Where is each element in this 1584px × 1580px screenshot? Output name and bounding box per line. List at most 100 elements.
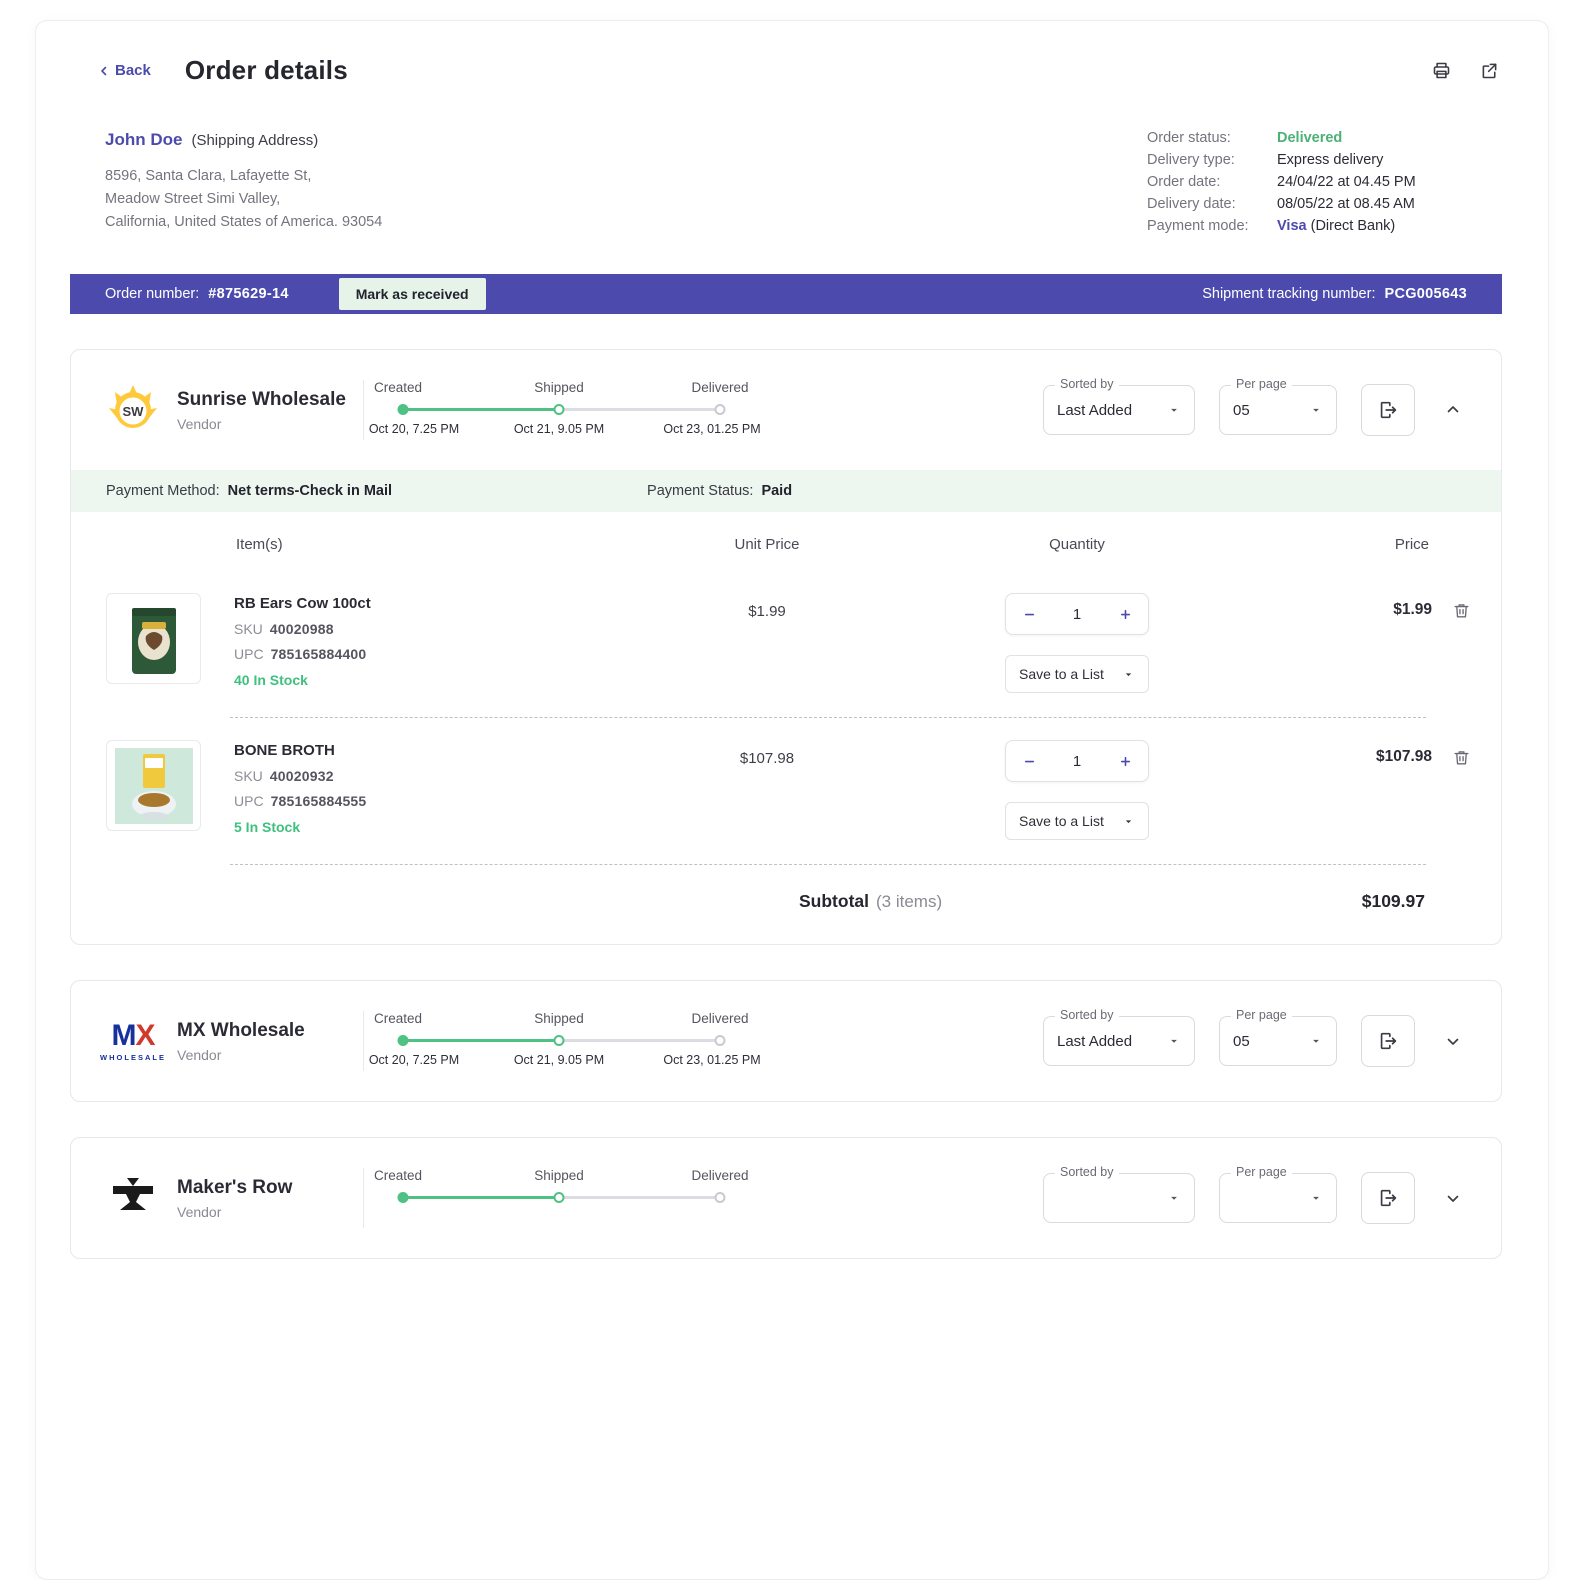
increase-quantity-button[interactable] xyxy=(1117,753,1133,769)
quantity-value: 1 xyxy=(1072,605,1082,623)
sorted-by-label: Sorted by xyxy=(1055,1008,1119,1022)
sorted-by-select[interactable]: Sorted by Last Added xyxy=(1043,1008,1195,1066)
sku-label: SKU xyxy=(234,768,263,784)
export-vendor-order-button[interactable] xyxy=(1361,384,1415,436)
unit-price: $107.98 xyxy=(739,750,795,767)
timeline-progress xyxy=(398,1039,563,1042)
timeline-stage-date: Oct 20, 7.25 PM xyxy=(368,1053,460,1067)
timeline-dot-shipped xyxy=(553,1035,565,1046)
timeline-stage-date: Oct 21, 9.05 PM xyxy=(513,422,605,436)
mark-as-received-button[interactable]: Mark as received xyxy=(338,278,486,310)
per-page-select[interactable]: Per page xyxy=(1219,1165,1337,1223)
items-table-header: Item(s) Unit Price Quantity Price xyxy=(71,512,1501,571)
delivery-type-label: Delivery type: xyxy=(1147,152,1235,168)
export-icon xyxy=(1380,401,1397,419)
order-date-value: 24/04/22 at 04.45 PM xyxy=(1277,174,1416,190)
export-vendor-order-button[interactable] xyxy=(1361,1172,1415,1224)
mx-logo-x: X xyxy=(135,1018,156,1052)
save-to-list-button[interactable]: Save to a List xyxy=(1005,802,1149,840)
subtotal-row: Subtotal (3 items) $109.97 xyxy=(71,865,1501,944)
timeline-stage-label: Delivered xyxy=(691,1168,749,1183)
sku-label: SKU xyxy=(234,621,263,637)
timeline-dot-delivered xyxy=(714,1035,726,1046)
quantity-stepper: 1 xyxy=(1005,593,1149,635)
subtotal-item-count: (3 items) xyxy=(876,892,943,911)
sunrise-wholesale-logo: SW xyxy=(105,382,161,438)
customer-name-link[interactable]: John Doe xyxy=(105,130,182,150)
per-page-label: Per page xyxy=(1231,1165,1292,1179)
sorted-by-value: Last Added xyxy=(1057,1032,1133,1050)
timeline-dot-shipped xyxy=(553,404,565,415)
timeline-dot-created xyxy=(397,1035,409,1046)
export-vendor-order-button[interactable] xyxy=(1361,1015,1415,1067)
delivery-date-label: Delivery date: xyxy=(1147,196,1236,212)
stock-status: 5 In Stock xyxy=(234,819,301,835)
timeline-dot-delivered xyxy=(714,1192,726,1203)
vendor-header: SW Sunrise Wholesale Vendor Created Ship… xyxy=(71,350,1501,470)
decrease-quantity-button[interactable] xyxy=(1021,606,1037,622)
product-image xyxy=(106,740,201,831)
order-meta-block: Order status: Delivered Delivery type: E… xyxy=(1147,130,1467,234)
page-title: Order details xyxy=(184,55,348,85)
address-type-label: (Shipping Address) xyxy=(191,132,319,149)
upc-label: UPC xyxy=(234,646,264,662)
delete-item-button[interactable] xyxy=(1452,748,1471,767)
sorted-by-select[interactable]: Sorted by xyxy=(1043,1165,1195,1223)
plus-icon xyxy=(1120,756,1130,766)
caret-down-icon xyxy=(1171,408,1177,412)
back-button[interactable]: Back xyxy=(98,62,151,79)
increase-quantity-button[interactable] xyxy=(1117,606,1133,622)
sorted-by-select[interactable]: Sorted by Last Added xyxy=(1043,377,1195,435)
expand-vendor-button[interactable] xyxy=(1439,1184,1467,1212)
timeline-stage-label: Shipped xyxy=(534,1011,584,1026)
visa-link[interactable]: Visa xyxy=(1277,218,1307,234)
collapse-vendor-button[interactable] xyxy=(1439,396,1467,424)
expand-vendor-button[interactable] xyxy=(1439,1027,1467,1055)
per-page-select[interactable]: Per page 05 xyxy=(1219,1008,1337,1066)
timeline-dot-created xyxy=(397,404,409,415)
timeline-dot-created xyxy=(397,1192,409,1203)
caret-down-icon xyxy=(1125,819,1132,823)
vendor-name: Maker's Row xyxy=(177,1176,293,1198)
trash-icon xyxy=(1454,751,1469,765)
vendor-header: Maker's Row Vendor Created Shipped Deliv… xyxy=(71,1138,1501,1258)
timeline-stage-label: Created xyxy=(373,1168,423,1183)
caret-down-icon xyxy=(1313,1196,1319,1200)
timeline-stage-label: Delivered xyxy=(691,380,749,395)
export-icon xyxy=(1380,1189,1397,1207)
unit-price: $1.99 xyxy=(748,603,786,620)
tracking-number-value: PCG005643 xyxy=(1384,286,1467,302)
item-row: RB Ears Cow 100ct SKU 40020988 UPC 7851658… xyxy=(71,571,1501,717)
sku-value: 40020932 xyxy=(269,768,334,784)
decrease-quantity-button[interactable] xyxy=(1021,753,1037,769)
tracking-number-label: Shipment tracking number: xyxy=(1202,286,1376,302)
payment-mode-value: Visa (Direct Bank) xyxy=(1277,218,1396,234)
vendor-card-mx-wholesale: MX WHOLESALE MX Wholesale Vendor Created… xyxy=(70,980,1502,1102)
order-timeline: Created Shipped Delivered Oct 20, 7.25 P… xyxy=(369,1009,761,1073)
payment-status-value: Paid xyxy=(761,483,793,499)
vendor-header: MX WHOLESALE MX Wholesale Vendor Created… xyxy=(71,981,1501,1101)
minus-icon xyxy=(1024,760,1034,762)
delete-item-button[interactable] xyxy=(1452,601,1471,620)
chevron-down-icon xyxy=(1447,1195,1459,1202)
plus-icon xyxy=(1120,609,1130,619)
order-timeline: Created Shipped Delivered Oct 20, 7.25 P… xyxy=(369,378,761,442)
vendor-card-sunrise-wholesale: SW Sunrise Wholesale Vendor Created Ship… xyxy=(70,349,1502,945)
minus-icon xyxy=(1024,613,1034,615)
timeline-stage-label: Created xyxy=(373,1011,423,1026)
per-page-select[interactable]: Per page 05 xyxy=(1219,377,1337,435)
payment-method-value: Net terms-Check in Mail xyxy=(227,483,393,499)
save-to-list-button[interactable]: Save to a List xyxy=(1005,655,1149,693)
timeline-stage-label: Created xyxy=(373,380,423,395)
timeline-stage-label: Delivered xyxy=(691,1011,749,1026)
order-details-page: Back Order details John Doe (Shipping Ad… xyxy=(35,20,1549,1580)
share-button[interactable] xyxy=(1476,58,1502,84)
per-page-value: 05 xyxy=(1233,401,1250,419)
back-label: Back xyxy=(115,62,151,79)
timeline-progress xyxy=(398,408,563,411)
delivery-type-value: Express delivery xyxy=(1277,152,1384,168)
subtotal-value: $109.97 xyxy=(1361,891,1425,911)
vendor-name: MX Wholesale xyxy=(177,1019,305,1041)
makers-row-logo xyxy=(105,1170,161,1226)
print-button[interactable] xyxy=(1428,58,1454,84)
